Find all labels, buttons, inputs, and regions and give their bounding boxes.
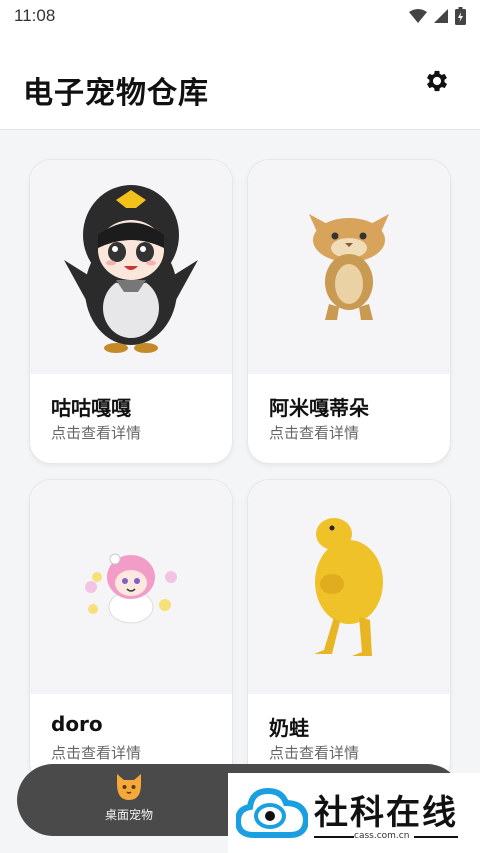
penguin-girl-illustration xyxy=(64,184,198,353)
status-time: 11:08 xyxy=(14,6,56,25)
settings-button[interactable] xyxy=(420,64,454,98)
signal-icon xyxy=(434,9,448,23)
pet-card[interactable]: doro 点击查看详情 xyxy=(29,479,233,784)
pet-image xyxy=(30,480,232,694)
status-bar: 11:08 xyxy=(0,0,480,32)
doro-illustration xyxy=(85,553,177,624)
page-title: 电子宠物仓库 xyxy=(23,76,209,111)
watermark-rule-left xyxy=(314,836,354,838)
pet-detail-hint: 点击查看详情 xyxy=(269,744,360,762)
cat-illustration xyxy=(309,214,389,320)
pet-detail-hint: 点击查看详情 xyxy=(51,744,142,762)
watermark: 社科在线 cass.com.cn xyxy=(228,773,480,853)
battery-icon xyxy=(455,7,466,25)
pet-name: 奶蛙 xyxy=(269,716,309,740)
pet-card[interactable]: 奶蛙 点击查看详情 xyxy=(247,479,451,784)
app-header: 电子宠物仓库 xyxy=(0,32,480,130)
pet-image xyxy=(30,160,232,374)
nav-item-desktop-pet[interactable]: 桌面宠物 xyxy=(89,772,169,823)
pet-name: 咕咕嘎嘎 xyxy=(51,396,131,420)
pet-name: 阿米嘎蒂朵 xyxy=(269,396,369,420)
watermark-brand: 社科在线 xyxy=(314,793,458,833)
status-icons xyxy=(409,7,466,25)
pet-image xyxy=(248,160,450,374)
nav-label: 桌面宠物 xyxy=(104,808,153,822)
gear-icon xyxy=(426,70,448,92)
pet-card[interactable]: 阿米嘎蒂朵 点击查看详情 xyxy=(247,159,451,464)
wifi-icon xyxy=(409,9,427,23)
pet-detail-hint: 点击查看详情 xyxy=(269,424,360,442)
cat-icon xyxy=(117,774,141,800)
pet-card[interactable]: 咕咕嘎嘎 点击查看详情 xyxy=(29,159,233,464)
yellow-frog-illustration xyxy=(314,518,383,656)
pet-detail-hint: 点击查看详情 xyxy=(51,424,142,442)
pet-image xyxy=(248,480,450,694)
watermark-url: cass.com.cn xyxy=(354,831,410,841)
watermark-rule-right xyxy=(414,836,458,838)
pet-grid: 咕咕嘎嘎 点击查看详情 阿米嘎蒂朵 点击查看详情 doro 点击查看详情 奶蛙 … xyxy=(0,130,480,853)
cloud-eye-logo xyxy=(236,787,308,838)
pet-name: doro xyxy=(51,712,103,736)
